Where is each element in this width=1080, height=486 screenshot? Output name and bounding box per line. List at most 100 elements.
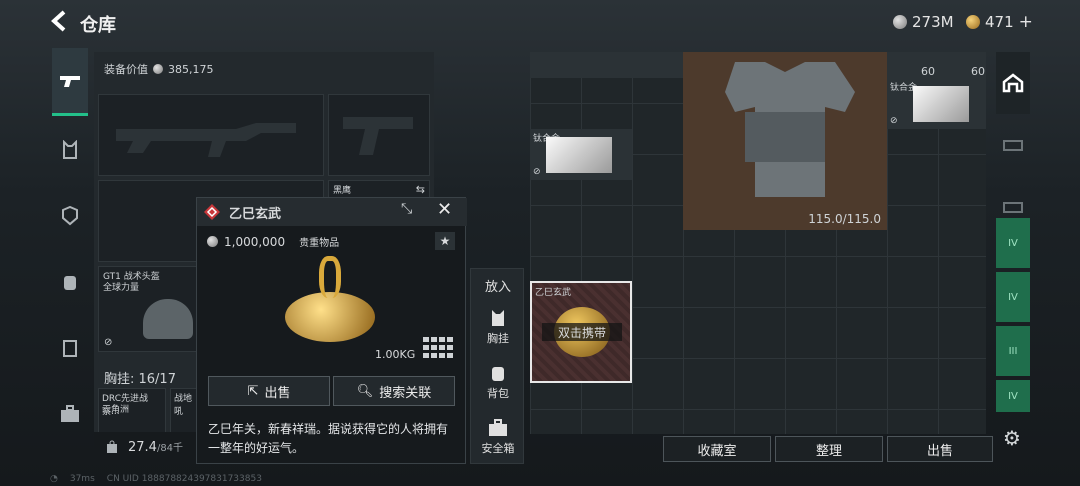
tier-iv-icon: IV: [1008, 291, 1018, 303]
put-backpack-label: 背包: [487, 387, 509, 400]
swap-icon[interactable]: ⇆: [416, 183, 425, 196]
nav-backpack[interactable]: [52, 264, 88, 300]
silver-amount: 273M: [912, 13, 954, 31]
nav-armor[interactable]: [52, 198, 88, 234]
organize-button[interactable]: 整理: [775, 436, 883, 462]
chest-capacity: 胸挂: 16/17: [104, 372, 176, 387]
top-bar: 仓库 273M 471 +: [0, 0, 1080, 44]
selected-item-tortoise[interactable]: 乙巳玄武 双击携带: [530, 281, 632, 383]
backpack-icon: [492, 367, 504, 381]
armor-durability: 115.0/115.0: [808, 212, 881, 226]
put-chest-button[interactable]: 胸挂: [471, 309, 525, 346]
helmet-slot[interactable]: GT1 战术头盔 全球力量 ⊘: [98, 266, 198, 352]
silver-coin-icon: [153, 64, 163, 74]
nav-case[interactable]: [52, 396, 88, 432]
no-insure-icon: ⊘: [890, 116, 898, 126]
no-insure-icon: ⊘: [533, 167, 541, 177]
sell-icon: ⇱: [247, 383, 259, 399]
put-into-label: 放入: [484, 280, 511, 295]
item-detail-popup: 乙巳玄武 ⤡ ✕ 1,000,000 贵重物品 ★ 1.00KG ⇱ 出售 🔍︎ 搜…: [196, 197, 467, 464]
backpack-icon: [64, 276, 76, 290]
popup-header: 乙巳玄武 ⤡ ✕: [197, 198, 467, 226]
popup-description: 乙巳年关，新春祥瑞。据说获得它的人将拥有一整年的好运气。: [208, 422, 449, 455]
box-icon: [1003, 202, 1023, 213]
weight-max: /84千: [156, 443, 184, 454]
gold-currency[interactable]: 471 +: [966, 11, 1033, 33]
nav-stash-2[interactable]: [996, 114, 1030, 176]
pistol-icon: [60, 75, 80, 87]
chest-item-b[interactable]: 战地吼: [170, 388, 198, 438]
nav-chest-rig[interactable]: [52, 132, 88, 168]
nav-stash-iii[interactable]: III: [996, 326, 1030, 376]
weight-current: 27.4: [128, 440, 157, 455]
nav-pouch[interactable]: [52, 330, 88, 366]
uid: CN UID 188878824397831733853: [106, 474, 262, 484]
helmet-image: [143, 299, 193, 339]
nav-stash-iv-2[interactable]: IV: [996, 272, 1030, 322]
weight-bar: 27.4/84千: [94, 432, 196, 462]
add-gold-button[interactable]: +: [1019, 12, 1033, 32]
chest-rig-icon: [492, 310, 504, 326]
pistol-slot[interactable]: [328, 94, 430, 176]
titanium-item-2[interactable]: 钛合金 ⊘: [887, 78, 986, 129]
pistol-silhouette-icon: [343, 117, 413, 155]
armor-vest-item[interactable]: 115.0/115.0: [683, 52, 887, 230]
close-icon[interactable]: ✕: [437, 199, 452, 220]
nav-stash-iv-3[interactable]: IV: [996, 380, 1030, 412]
tier-iv-icon: IV: [1008, 237, 1018, 249]
put-safe-button[interactable]: 安全箱: [471, 419, 525, 456]
put-backpack-button[interactable]: 背包: [471, 364, 525, 401]
popup-search-button[interactable]: 🔍︎ 搜索关联: [333, 376, 455, 406]
tortoise-artwork: [275, 252, 385, 352]
item-b-name: 战地吼: [174, 394, 193, 417]
put-into-panel: 放入 胸挂 背包 安全箱: [470, 268, 524, 464]
rifle-silhouette-icon: [116, 123, 296, 157]
slot-label: 黑鹰: [333, 186, 352, 196]
ping: 37ms: [69, 474, 95, 484]
stack-count-2: 60: [971, 65, 985, 78]
status-bar: ◔ 37ms CN UID 188878824397831733853: [50, 474, 262, 484]
titanium-image-1: [546, 137, 612, 173]
popup-sell-button[interactable]: ⇱ 出售: [208, 376, 330, 406]
valuable-rarity-icon: [204, 204, 220, 220]
sell-stash-button[interactable]: 出售: [887, 436, 993, 462]
warehouse-icon: [1002, 73, 1024, 93]
titanium-item-1[interactable]: 钛合金 ⊘: [530, 129, 632, 180]
settings-gear-icon[interactable]: ⚙: [1003, 428, 1023, 448]
rifle-case-icon: [1003, 140, 1023, 151]
silver-currency[interactable]: 273M: [893, 11, 954, 33]
nav-stash-home[interactable]: [996, 52, 1030, 114]
stacked-items[interactable]: 60 60: [887, 52, 986, 78]
safe-case-icon: [489, 419, 507, 436]
nav-stash-iv-1[interactable]: IV: [996, 218, 1030, 268]
gold-amount: 471: [985, 13, 1014, 31]
titanium-image-2: [913, 86, 969, 122]
vest-icon: [63, 140, 77, 159]
equip-value: 装备价值 385,175: [104, 62, 214, 77]
stash-grid[interactable]: 115.0/115.0 60 60 钛合金 ⊘ 钛合金 ⊘ 乙巳玄武 双击携带: [530, 52, 986, 434]
weight-icon: [107, 440, 117, 453]
briefcase-icon: [61, 405, 79, 422]
collection-button[interactable]: 收藏室: [663, 436, 771, 462]
no-insure-icon: ⊘: [104, 337, 113, 348]
search-icon: 🔍︎: [356, 383, 374, 399]
primary-weapon-slot[interactable]: [98, 94, 324, 176]
silver-coin-icon: [893, 15, 907, 29]
put-chest-label: 胸挂: [487, 332, 509, 345]
collapse-icon[interactable]: ⤡: [401, 201, 412, 217]
silver-coin-icon: [207, 236, 218, 247]
helmet-sub: 全球力量: [103, 283, 140, 293]
chest-item-a[interactable]: DRC先进战察... 三角洲: [98, 388, 166, 438]
popup-price: 1,000,000 贵重物品: [207, 234, 339, 249]
nav-weapons[interactable]: [52, 48, 88, 116]
favorite-star-button[interactable]: ★: [435, 232, 455, 250]
wifi-icon: ◔: [50, 474, 58, 484]
tier-iv-icon: IV: [1008, 390, 1018, 402]
stash-items-top[interactable]: [530, 52, 683, 78]
tier-iii-icon: III: [1008, 345, 1018, 357]
item-a-sub: 三角洲: [102, 405, 130, 415]
popup-weight: 1.00KG: [375, 348, 416, 361]
valuable-tag: 贵重物品: [299, 238, 340, 249]
back-arrow-icon[interactable]: [50, 10, 70, 32]
price-value: 1,000,000: [224, 234, 286, 249]
